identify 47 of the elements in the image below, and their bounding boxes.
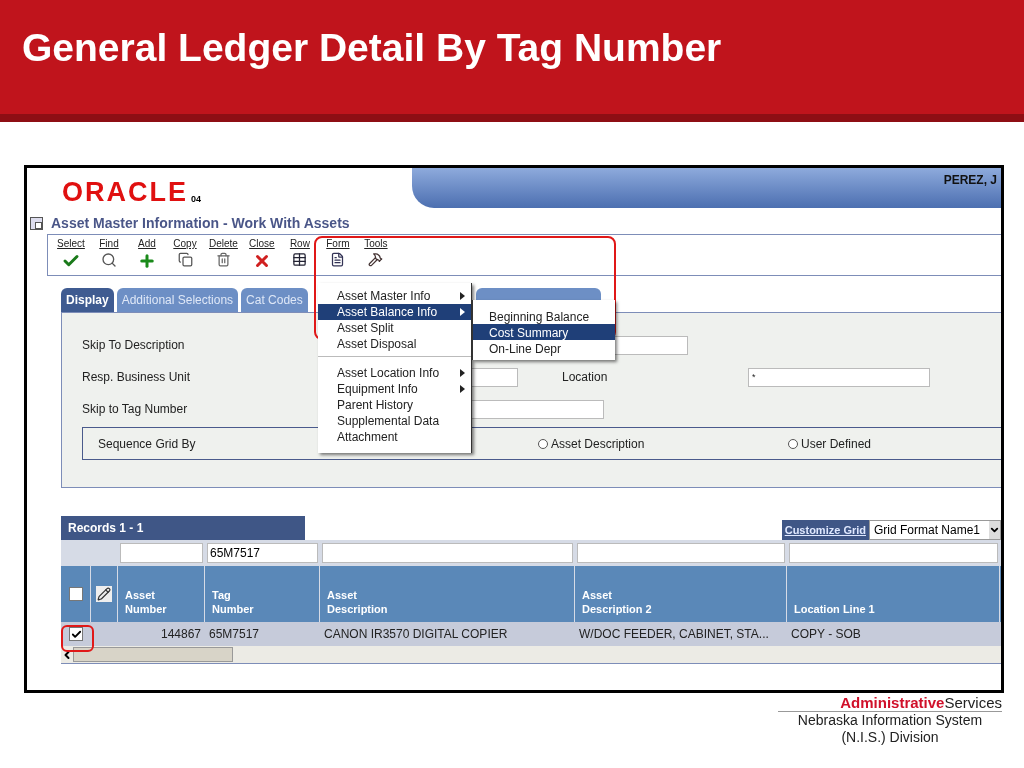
grid-format-dropdown[interactable]: Grid Format Name1 [869, 520, 1001, 540]
filter-field[interactable]: 65M7517 [207, 543, 318, 563]
group-label: Sequence Grid By [98, 436, 196, 451]
form-title: Asset Master Information - Work With Assets [51, 213, 350, 233]
menu-item[interactable]: On-Line Depr [473, 340, 615, 356]
menu-item[interactable]: Attachment [318, 429, 471, 445]
menu-item[interactable]: Equipment Info [318, 381, 471, 397]
field-label: Skip To Description [82, 338, 185, 352]
table-cell-text: 65M7517 [208, 626, 261, 643]
radio-option[interactable]: User Defined [788, 434, 872, 453]
table-cell-text: COPY - SOB [790, 626, 862, 643]
user-name: PEREZ, J [943, 172, 997, 189]
menu-item[interactable]: Cost Summary [473, 324, 615, 340]
toolbar-button[interactable]: Tools [356, 237, 395, 267]
customize-grid-link[interactable]: Customize Grid [781, 520, 869, 540]
menu-item[interactable]: Supplemental Data [318, 413, 471, 429]
org-subtitle: Nebraska Information System [796, 712, 984, 729]
field-label: Resp. Business Unit [82, 370, 191, 384]
toolbar-button[interactable]: Delete [204, 237, 243, 267]
toolbar-button[interactable]: Copy [166, 237, 204, 267]
menu-item[interactable]: Asset Location Info [318, 365, 471, 381]
toolbar-button[interactable]: Close [242, 237, 281, 270]
input-field[interactable]: * [748, 367, 930, 387]
table-cell-text: CANON IR3570 DIGITAL COPIER [323, 626, 509, 643]
org-subtitle: (N.I.S.) Division [840, 729, 940, 746]
toolbar-button[interactable]: Row [280, 237, 319, 267]
version-label: 04 [191, 192, 201, 206]
menu-item[interactable]: Beginning Balance [473, 308, 615, 324]
menu-item[interactable]: Asset Disposal [318, 336, 471, 352]
slide-title: General Ledger Detail By Tag Number [22, 26, 722, 70]
radio-option[interactable]: Asset Description [538, 434, 788, 453]
table-cell-text: W/DOC FEEDER, CABINET, STA... [578, 626, 770, 643]
field-label: Skip to Tag Number [82, 402, 188, 416]
table-cell-text: 144867 [159, 626, 202, 643]
grid-row[interactable]: 144867 65M7517 CANON IR3570 DIGITAL COPIER W/DOC FEEDER, CABINET, STA... COPY - SOB [61, 622, 1001, 646]
menu-item[interactable]: Asset Split [318, 320, 471, 336]
menu-item[interactable]: Parent History [318, 397, 471, 413]
toolbar-button[interactable]: Add [128, 237, 166, 270]
toolbar-button[interactable]: Find [90, 237, 128, 268]
org-name: AdministrativeServices [778, 695, 1002, 712]
field-label: Location [562, 369, 609, 386]
menu-item[interactable]: Asset Balance Info [318, 304, 471, 320]
tab[interactable]: Display [61, 288, 114, 312]
toolbar-button[interactable]: Form [318, 237, 357, 267]
records-label: Records 1 - 1 [61, 516, 305, 540]
toolbar-button[interactable]: Select [52, 237, 90, 270]
oracle-logo: ORACLE [62, 179, 188, 206]
